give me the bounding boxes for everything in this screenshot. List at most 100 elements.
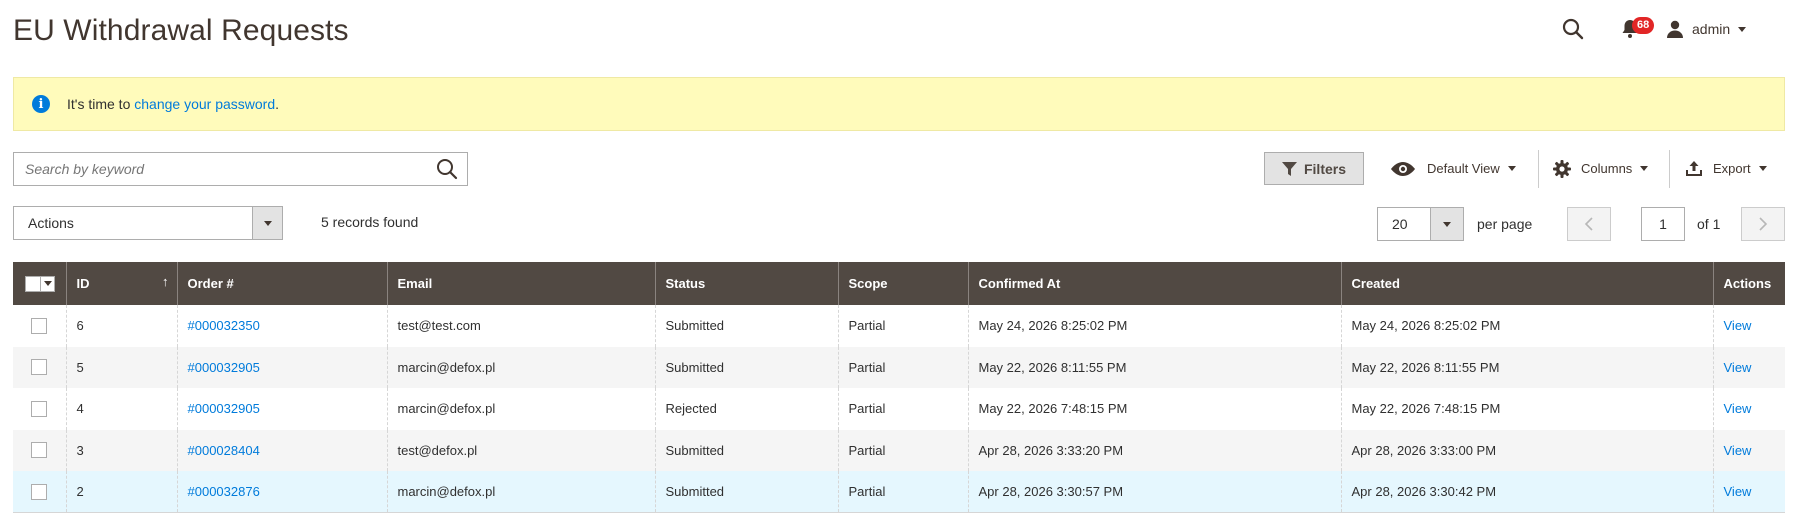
column-header-id-label: ID bbox=[76, 276, 90, 291]
row-checkbox[interactable] bbox=[31, 359, 47, 376]
row-select-cell bbox=[13, 305, 66, 347]
cell-scope: Partial bbox=[837, 429, 968, 471]
order-link[interactable]: #000032876 bbox=[188, 484, 260, 499]
table-row: 3 #000028404 test@defox.pl Submitted Par… bbox=[13, 429, 1785, 471]
next-page-button[interactable] bbox=[1741, 207, 1785, 241]
order-link[interactable]: #000032905 bbox=[188, 401, 260, 416]
view-link[interactable]: View bbox=[1724, 318, 1752, 333]
chevron-down-icon bbox=[252, 207, 282, 239]
cell-created: May 22, 2026 7:48:15 PM bbox=[1340, 388, 1713, 430]
search-icon bbox=[437, 159, 458, 180]
column-header-scope[interactable]: Scope bbox=[837, 262, 968, 305]
cell-confirmed-at: May 22, 2026 7:48:15 PM bbox=[967, 388, 1341, 430]
row-select-cell bbox=[13, 346, 66, 388]
order-link[interactable]: #000032905 bbox=[188, 360, 260, 375]
cell-scope: Partial bbox=[837, 305, 968, 347]
cell-id: 6 bbox=[65, 305, 177, 347]
total-pages: of 1 bbox=[1697, 216, 1721, 232]
toolbar-divider bbox=[1669, 150, 1670, 188]
cell-confirmed-at: Apr 28, 2026 3:30:57 PM bbox=[967, 471, 1341, 513]
cell-email: marcin@defox.pl bbox=[386, 388, 655, 430]
row-checkbox[interactable] bbox=[31, 400, 47, 417]
cell-order: #000032876 bbox=[176, 471, 387, 513]
select-all-checkbox[interactable] bbox=[25, 275, 57, 292]
export-icon bbox=[1686, 160, 1702, 176]
view-link[interactable]: View bbox=[1724, 443, 1752, 458]
notifications-button[interactable]: 68 bbox=[1619, 15, 1655, 45]
cell-created: May 24, 2026 8:25:02 PM bbox=[1340, 305, 1713, 347]
default-view-dropdown[interactable]: Default View bbox=[1391, 152, 1516, 185]
filters-button[interactable]: Filters bbox=[1264, 152, 1364, 185]
cell-order: #000032905 bbox=[176, 346, 387, 388]
cell-created: Apr 28, 2026 3:33:00 PM bbox=[1340, 429, 1713, 471]
table-row: 4 #000032905 marcin@defox.pl Rejected Pa… bbox=[13, 388, 1785, 430]
row-select-cell bbox=[13, 388, 66, 430]
order-link[interactable]: #000032350 bbox=[188, 318, 260, 333]
toolbar-divider bbox=[1538, 150, 1539, 188]
view-link[interactable]: View bbox=[1724, 401, 1752, 416]
search-icon bbox=[1562, 18, 1584, 40]
column-header-order[interactable]: Order # bbox=[176, 262, 387, 305]
column-header-created[interactable]: Created bbox=[1340, 262, 1713, 305]
cell-scope: Partial bbox=[837, 346, 968, 388]
cell-order: #000032350 bbox=[176, 305, 387, 347]
cell-status: Submitted bbox=[654, 305, 838, 347]
cell-confirmed-at: Apr 28, 2026 3:33:20 PM bbox=[967, 429, 1341, 471]
header-search-button[interactable] bbox=[1558, 14, 1588, 44]
filters-label: Filters bbox=[1303, 160, 1346, 177]
columns-dropdown[interactable]: Columns bbox=[1553, 152, 1649, 185]
cell-email: test@defox.pl bbox=[386, 429, 655, 471]
cell-order: #000028404 bbox=[176, 429, 387, 471]
eye-icon bbox=[1391, 161, 1415, 176]
cell-confirmed-at: May 24, 2026 8:25:02 PM bbox=[967, 305, 1341, 347]
user-menu[interactable]: admin bbox=[1666, 16, 1776, 42]
search-submit-button[interactable] bbox=[427, 153, 467, 185]
cell-confirmed-at: May 22, 2026 8:11:55 PM bbox=[967, 346, 1341, 388]
cell-created: May 22, 2026 8:11:55 PM bbox=[1340, 346, 1713, 388]
notice-text: It's time to change your password. bbox=[67, 96, 279, 112]
chevron-down-icon bbox=[1738, 26, 1747, 32]
page-title: EU Withdrawal Requests bbox=[13, 14, 349, 47]
row-select-cell bbox=[13, 429, 66, 471]
columns-label: Columns bbox=[1581, 161, 1633, 176]
chevron-left-icon bbox=[1584, 217, 1593, 231]
records-found: 5 records found bbox=[321, 214, 419, 230]
keyword-search bbox=[13, 152, 468, 186]
view-link[interactable]: View bbox=[1724, 360, 1752, 375]
cell-actions: View bbox=[1712, 429, 1785, 471]
change-password-link[interactable]: change your password bbox=[134, 96, 275, 112]
chevron-down-icon bbox=[1507, 166, 1516, 171]
cell-actions: View bbox=[1712, 305, 1785, 347]
column-header-email[interactable]: Email bbox=[386, 262, 655, 305]
row-checkbox[interactable] bbox=[31, 483, 47, 500]
user-icon bbox=[1667, 20, 1683, 38]
row-checkbox[interactable] bbox=[31, 442, 47, 459]
cell-actions: View bbox=[1712, 346, 1785, 388]
cell-order: #000032905 bbox=[176, 388, 387, 430]
cell-id: 2 bbox=[65, 471, 177, 513]
info-icon: i bbox=[32, 95, 50, 113]
column-header-status[interactable]: Status bbox=[654, 262, 838, 305]
table-row: 6 #000032350 test@test.com Submitted Par… bbox=[13, 305, 1785, 347]
cell-id: 5 bbox=[65, 346, 177, 388]
cell-scope: Partial bbox=[837, 388, 968, 430]
filter-icon bbox=[1281, 161, 1297, 176]
order-link[interactable]: #000028404 bbox=[188, 443, 260, 458]
mass-actions-select[interactable]: Actions bbox=[13, 206, 283, 240]
notice-text-before: It's time to bbox=[67, 96, 135, 112]
column-header-actions: Actions bbox=[1712, 262, 1785, 305]
column-header-id[interactable]: ID ↑ bbox=[65, 262, 177, 305]
prev-page-button[interactable] bbox=[1567, 207, 1611, 241]
export-dropdown[interactable]: Export bbox=[1685, 152, 1767, 185]
chevron-down-icon bbox=[1430, 208, 1463, 240]
export-label: Export bbox=[1713, 161, 1751, 176]
cell-status: Submitted bbox=[654, 346, 838, 388]
current-page-input[interactable] bbox=[1641, 207, 1685, 241]
search-input[interactable] bbox=[14, 153, 427, 185]
per-page-value: 20 bbox=[1392, 216, 1408, 232]
table-row: 5 #000032905 marcin@defox.pl Submitted P… bbox=[13, 346, 1785, 388]
column-header-confirmed-at[interactable]: Confirmed At bbox=[967, 262, 1341, 305]
row-checkbox[interactable] bbox=[31, 317, 47, 334]
view-link[interactable]: View bbox=[1724, 484, 1752, 499]
per-page-select[interactable]: 20 bbox=[1377, 207, 1464, 241]
